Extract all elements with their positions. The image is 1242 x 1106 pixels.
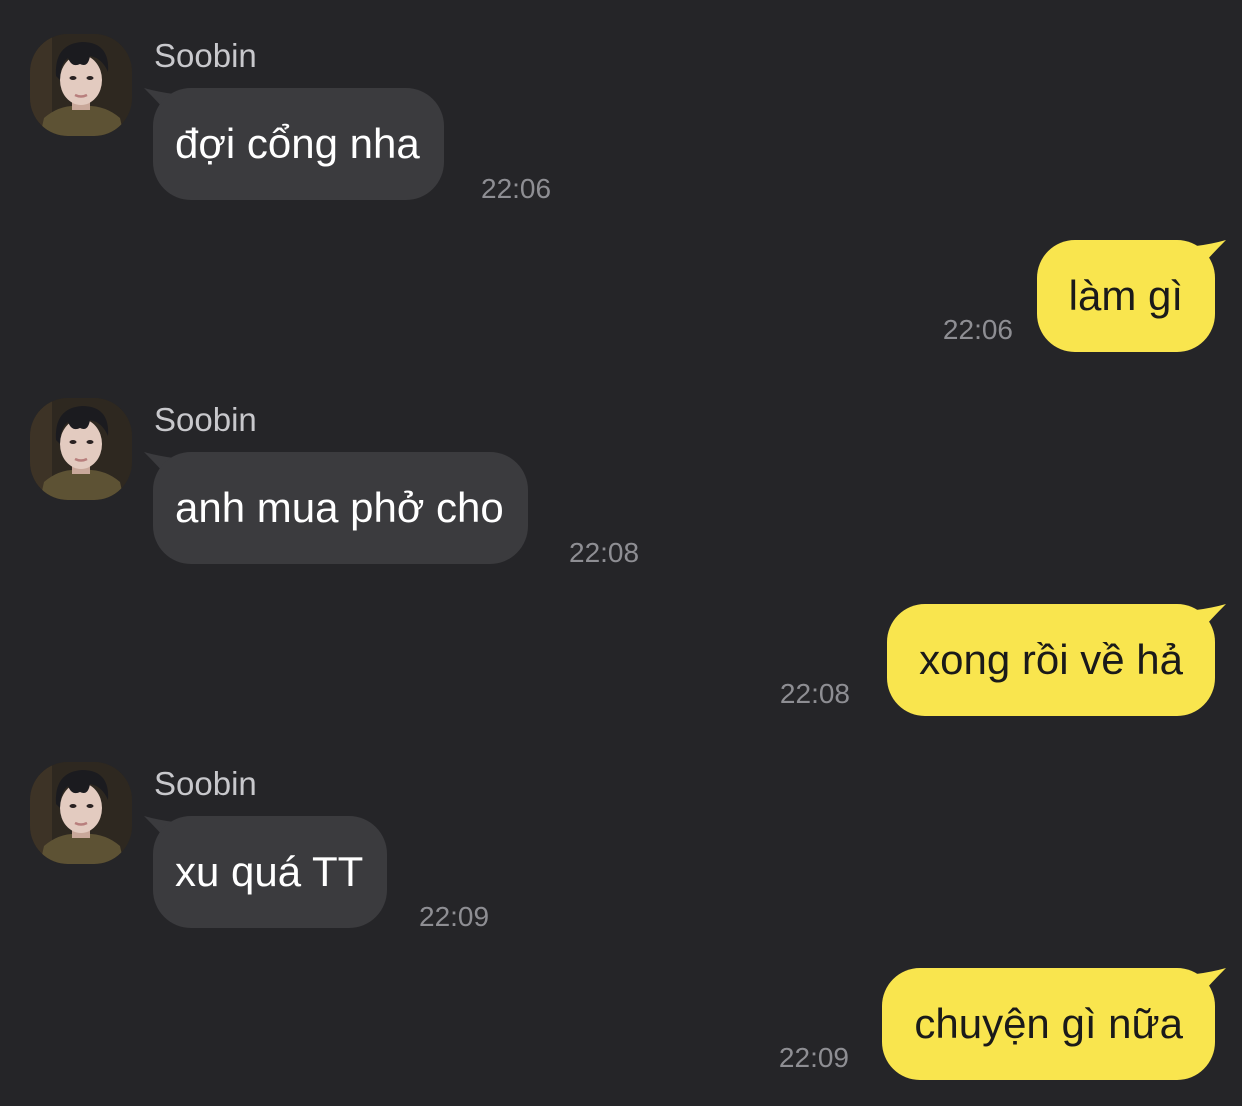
message-bubble-incoming[interactable]: đợi cổng nha [153, 88, 444, 200]
message-timestamp: 22:08 [779, 678, 850, 709]
profile-photo-icon [30, 762, 132, 864]
profile-photo-icon [30, 34, 132, 136]
message-timestamp: 22:08 [569, 537, 640, 568]
sender-avatar[interactable] [30, 398, 132, 500]
sender-name: Soobin [154, 401, 257, 438]
message-timestamp: 22:06 [942, 314, 1013, 345]
message-bubble-incoming[interactable]: xu quá TT [153, 816, 388, 928]
message-bubble-outgoing[interactable]: xong rồi về hả [887, 604, 1215, 716]
sender-avatar[interactable] [30, 762, 132, 864]
sender-name: Soobin [154, 37, 257, 74]
profile-photo-icon [30, 398, 132, 500]
message-timestamp: 22:09 [778, 1042, 849, 1073]
message-bubble-outgoing[interactable]: chuyện gì nữa [882, 968, 1215, 1080]
message-timestamp: 22:09 [419, 901, 490, 932]
sender-avatar[interactable] [30, 34, 132, 136]
message-bubble-incoming[interactable]: anh mua phở cho [153, 452, 528, 564]
message-timestamp: 22:06 [481, 173, 552, 204]
sender-name: Soobin [154, 765, 257, 802]
message-bubble-outgoing[interactable]: làm gì [1036, 240, 1215, 352]
